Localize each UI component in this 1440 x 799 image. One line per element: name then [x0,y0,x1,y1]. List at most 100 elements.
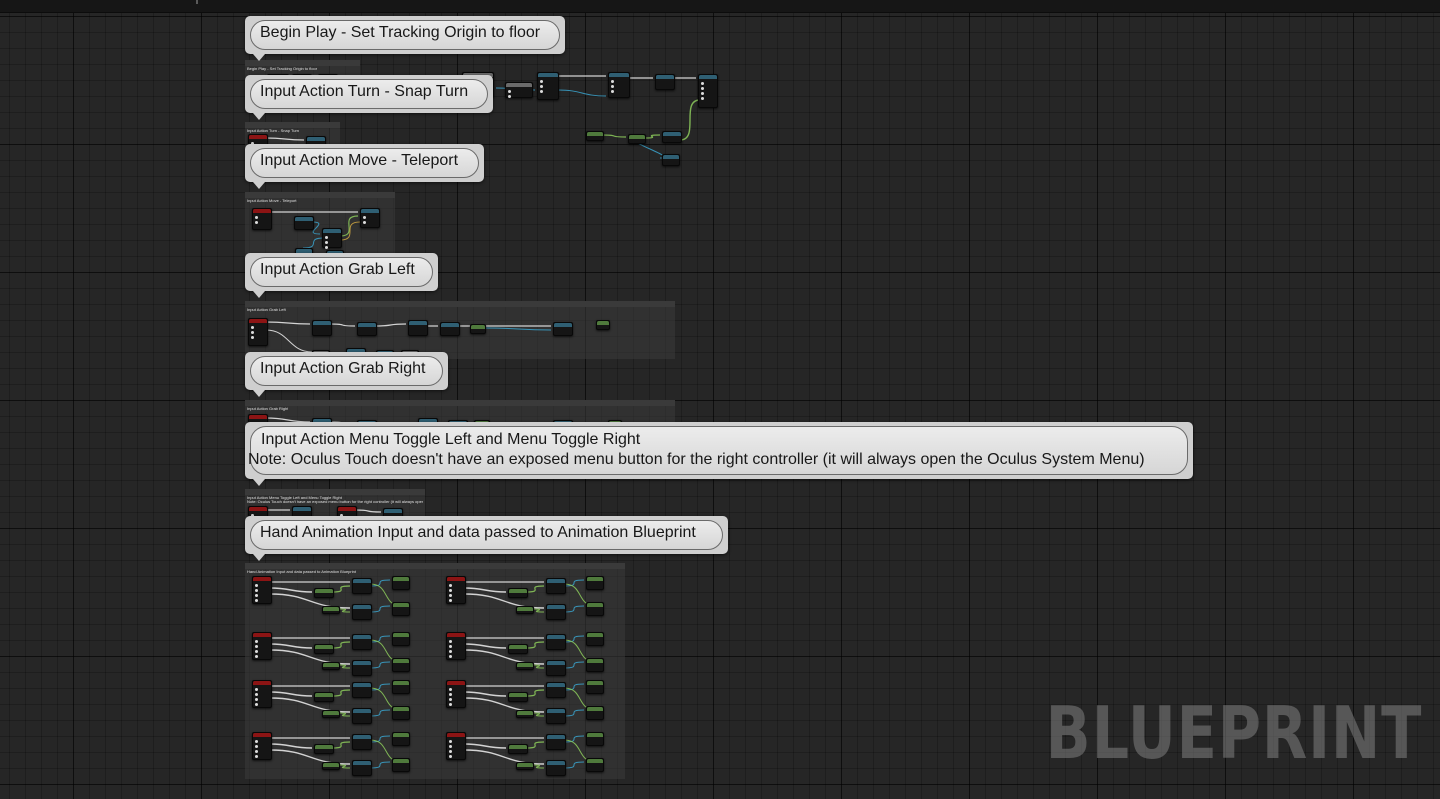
pure-node[interactable] [516,762,534,770]
pure-node[interactable] [392,680,410,694]
function-node[interactable] [546,734,566,750]
function-node[interactable] [352,634,372,650]
function-node[interactable] [662,131,682,143]
node-pin[interactable] [255,703,258,706]
node-pin[interactable] [449,750,452,753]
node-pin[interactable] [449,688,452,691]
function-node[interactable] [537,72,559,100]
pure-node[interactable] [586,602,604,616]
pure-node[interactable] [508,644,528,654]
node-pin[interactable] [508,95,511,98]
pure-node[interactable] [314,588,334,598]
comment-bubble-begin-play[interactable]: Begin Play - Set Tracking Origin to floo… [245,16,565,61]
node-pin[interactable] [449,640,452,643]
node-pin[interactable] [255,655,258,658]
function-node[interactable] [322,228,342,249]
pure-node[interactable] [586,658,604,672]
node-pin[interactable] [449,740,452,743]
pure-node[interactable] [586,706,604,720]
function-node[interactable] [655,74,675,90]
pure-node[interactable] [516,606,534,614]
node-pin[interactable] [611,90,614,93]
pure-node[interactable] [508,744,528,754]
node-pin[interactable] [449,584,452,587]
comment-bubble-turn[interactable]: Input Action Turn - Snap Turn [245,75,493,120]
event-node[interactable] [446,632,466,660]
node-pin[interactable] [255,693,258,696]
pure-node[interactable] [392,658,410,672]
pure-node[interactable] [322,710,340,718]
node-pin[interactable] [701,97,704,100]
node-pin[interactable] [449,693,452,696]
node-pin[interactable] [255,589,258,592]
node-pin[interactable] [255,688,258,691]
pure-node[interactable] [392,576,410,590]
function-node[interactable] [608,72,630,98]
node-pin[interactable] [251,326,254,329]
node-pin[interactable] [701,82,704,85]
comment-bubble-grab-left[interactable]: Input Action Grab Left [245,253,438,298]
pure-node[interactable] [322,762,340,770]
pure-node[interactable] [586,576,604,590]
node-pin[interactable] [363,216,366,219]
comment-bubble-menu[interactable]: Input Action Menu Toggle Left and Menu T… [245,422,1193,486]
pure-node[interactable] [586,758,604,772]
node-pin[interactable] [255,755,258,758]
function-node[interactable] [553,322,573,336]
comment-bubble-grab-right[interactable]: Input Action Grab Right [245,352,448,397]
pure-node[interactable] [586,680,604,694]
node-pin[interactable] [255,750,258,753]
node-pin[interactable] [255,216,258,219]
event-node[interactable] [252,208,272,230]
pure-node[interactable] [596,320,610,330]
pure-node[interactable] [322,606,340,614]
node-pin[interactable] [449,698,452,701]
node-pin[interactable] [449,645,452,648]
function-node[interactable] [352,708,372,724]
node-pin[interactable] [255,698,258,701]
node-pin[interactable] [325,246,328,249]
function-node[interactable] [546,760,566,776]
node-pin[interactable] [251,336,254,339]
function-node[interactable] [546,660,566,676]
function-node[interactable] [546,578,566,594]
pure-node[interactable] [314,744,334,754]
node-pin[interactable] [508,90,511,93]
event-node[interactable] [446,732,466,760]
event-node[interactable] [252,732,272,760]
function-node[interactable] [352,682,372,698]
event-node[interactable] [446,576,466,604]
pure-node[interactable] [470,324,486,334]
node-pin[interactable] [611,85,614,88]
function-node[interactable] [352,604,372,620]
function-node[interactable] [546,708,566,724]
node-pin[interactable] [325,236,328,239]
node-pin[interactable] [255,594,258,597]
node-pin[interactable] [251,331,254,334]
event-node[interactable] [252,632,272,660]
node-pin[interactable] [540,80,543,83]
node-pin[interactable] [449,703,452,706]
function-node[interactable] [294,216,314,230]
node-pin[interactable] [449,755,452,758]
pure-node[interactable] [322,662,340,670]
pure-node[interactable] [392,758,410,772]
node-pin[interactable] [540,90,543,93]
pure-node[interactable] [516,710,534,718]
function-node[interactable] [352,734,372,750]
function-node[interactable] [546,604,566,620]
node-pin[interactable] [255,599,258,602]
node-pin[interactable] [255,650,258,653]
node-pin[interactable] [449,655,452,658]
function-node[interactable] [546,682,566,698]
pure-node[interactable] [392,602,410,616]
function-node[interactable] [408,320,428,336]
node-pin[interactable] [449,599,452,602]
pure-node[interactable] [586,131,604,141]
pure-node[interactable] [392,632,410,646]
comment-bubble-hand-anim[interactable]: Hand Animation Input and data passed to … [245,516,728,561]
node-pin[interactable] [255,745,258,748]
node-pin[interactable] [611,80,614,83]
pure-node[interactable] [314,692,334,702]
node-pin[interactable] [363,221,366,224]
